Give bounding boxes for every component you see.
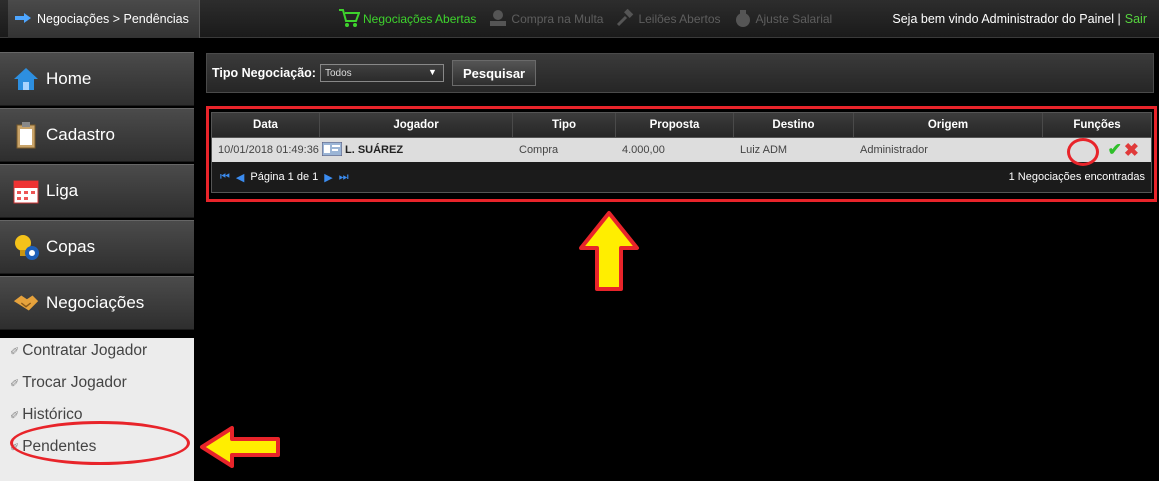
column-header[interactable]: Tipo <box>513 113 616 137</box>
calendar-icon <box>12 177 40 205</box>
pencil-icon: ✐ <box>10 377 20 390</box>
logout-link[interactable]: Sair <box>1125 12 1147 26</box>
nav-label: Leilões Abertos <box>638 12 721 26</box>
accept-check-icon[interactable]: ✔ <box>1108 140 1122 160</box>
column-header[interactable]: Funções <box>1043 113 1151 137</box>
cell-data: 10/01/2018 01:49:36 <box>218 144 319 156</box>
left-arrow-annotation <box>200 426 280 468</box>
top-nav: Negociações Abertas Compra na Multa Leil… <box>338 0 832 38</box>
column-header[interactable]: Proposta <box>616 113 734 137</box>
welcome-text: Seja bem vindo Administrador do Painel | <box>892 12 1121 26</box>
sidebar-item-label: Cadastro <box>46 125 115 144</box>
column-header[interactable]: Data <box>212 113 320 137</box>
caret-down-icon: ▼ <box>428 67 437 77</box>
sidebar-item-negociacoes[interactable]: Negociações <box>0 276 194 330</box>
column-header[interactable]: Destino <box>734 113 854 137</box>
player-name[interactable]: L. SUÁREZ <box>345 144 403 156</box>
pagination-bar: ⏮ ◀ Página 1 de 1 ▶ ⏭ 1 Negociações enco… <box>212 162 1151 192</box>
sidebar-item-copas[interactable]: Copas <box>0 220 194 274</box>
nav-ajuste-salarial[interactable]: Ajuste Salarial <box>733 8 833 31</box>
welcome-area: Seja bem vindo Administrador do Painel |… <box>892 0 1147 38</box>
highlight-circle-accept <box>1067 138 1099 166</box>
arrow-icon <box>14 12 32 27</box>
nav-leiloes-abertos[interactable]: Leilões Abertos <box>615 8 721 30</box>
column-header[interactable]: Jogador <box>320 113 513 137</box>
negotiations-table: Data Jogador Tipo Proposta Destino Orige… <box>211 112 1152 193</box>
sidebar-item-home[interactable]: Home <box>0 52 194 106</box>
reject-x-icon[interactable]: ✖ <box>1124 140 1139 161</box>
gavel-icon <box>615 8 635 30</box>
prev-page-icon[interactable]: ◀ <box>236 171 244 184</box>
breadcrumb: Negociações > Pendências <box>8 0 200 38</box>
nav-negociacoes-abertas[interactable]: Negociações Abertas <box>338 8 476 31</box>
money-bag-icon <box>733 8 753 31</box>
sidebar-item-label: Negociações <box>46 293 145 312</box>
cell-jogador: L. SUÁREZ <box>320 138 513 162</box>
sidebar-item-label: Copas <box>46 237 96 256</box>
page-indicator: Página 1 de 1 <box>250 171 319 183</box>
results-count: 1 Negociações encontradas <box>1008 171 1145 183</box>
filter-bar: Tipo Negociação: Todos ▼ Pesquisar <box>206 53 1154 93</box>
last-page-icon[interactable]: ⏭ <box>339 171 349 184</box>
select-value: Todos <box>324 67 352 79</box>
nav-label: Negociações Abertas <box>363 12 477 26</box>
cell-proposta: 4.000,00 <box>622 144 665 156</box>
sidebar: Home Cadastro Liga Copas Negociações ✐ C… <box>0 38 200 481</box>
sidebar-item-label: Liga <box>46 181 79 200</box>
clipboard-icon <box>12 121 40 149</box>
sidebar-item-label: Home <box>46 69 92 88</box>
up-arrow-annotation <box>579 211 639 291</box>
app-root: Negociações > Pendências Negociações Abe… <box>0 0 1159 481</box>
cell-destino: Luiz ADM <box>740 144 788 156</box>
pencil-icon: ✐ <box>10 345 20 358</box>
sidebar-item-cadastro[interactable]: Cadastro <box>0 108 194 162</box>
column-header[interactable]: Origem <box>854 113 1043 137</box>
submenu-item-trocar[interactable]: ✐ Trocar Jogador <box>10 374 127 392</box>
first-page-icon[interactable]: ⏮ <box>220 171 230 184</box>
nav-compra-na-multa[interactable]: Compra na Multa <box>488 9 603 30</box>
cell-tipo: Compra <box>519 144 559 156</box>
cell-origem: Administrador <box>860 144 928 156</box>
table-row[interactable]: 10/01/2018 01:49:36 L. SUÁREZ Compra 4.0… <box>212 138 1151 162</box>
filter-label: Tipo Negociação: <box>212 66 316 80</box>
trophy-icon <box>12 233 40 261</box>
submenu-label: Contratar Jogador <box>22 342 148 359</box>
home-icon <box>12 65 40 93</box>
sidebar-item-liga[interactable]: Liga <box>0 164 194 218</box>
next-page-icon[interactable]: ▶ <box>324 171 332 184</box>
top-bar: Negociações > Pendências Negociações Abe… <box>0 0 1159 38</box>
submenu-item-contratar[interactable]: ✐ Contratar Jogador <box>10 342 147 360</box>
submenu-label: Trocar Jogador <box>22 374 127 391</box>
negotiation-type-select[interactable]: Todos ▼ <box>319 64 444 82</box>
player-card-icon <box>321 141 343 159</box>
money-icon <box>488 9 508 30</box>
nav-label: Compra na Multa <box>511 12 604 26</box>
breadcrumb-text: Negociações > Pendências <box>37 12 189 26</box>
table-header: Data Jogador Tipo Proposta Destino Orige… <box>212 113 1151 138</box>
handshake-icon <box>12 289 40 317</box>
search-button[interactable]: Pesquisar <box>451 60 537 86</box>
pencil-icon: ✐ <box>10 409 20 422</box>
cart-icon <box>338 8 361 31</box>
highlight-circle-pendentes <box>10 421 190 465</box>
nav-label: Ajuste Salarial <box>755 12 833 26</box>
